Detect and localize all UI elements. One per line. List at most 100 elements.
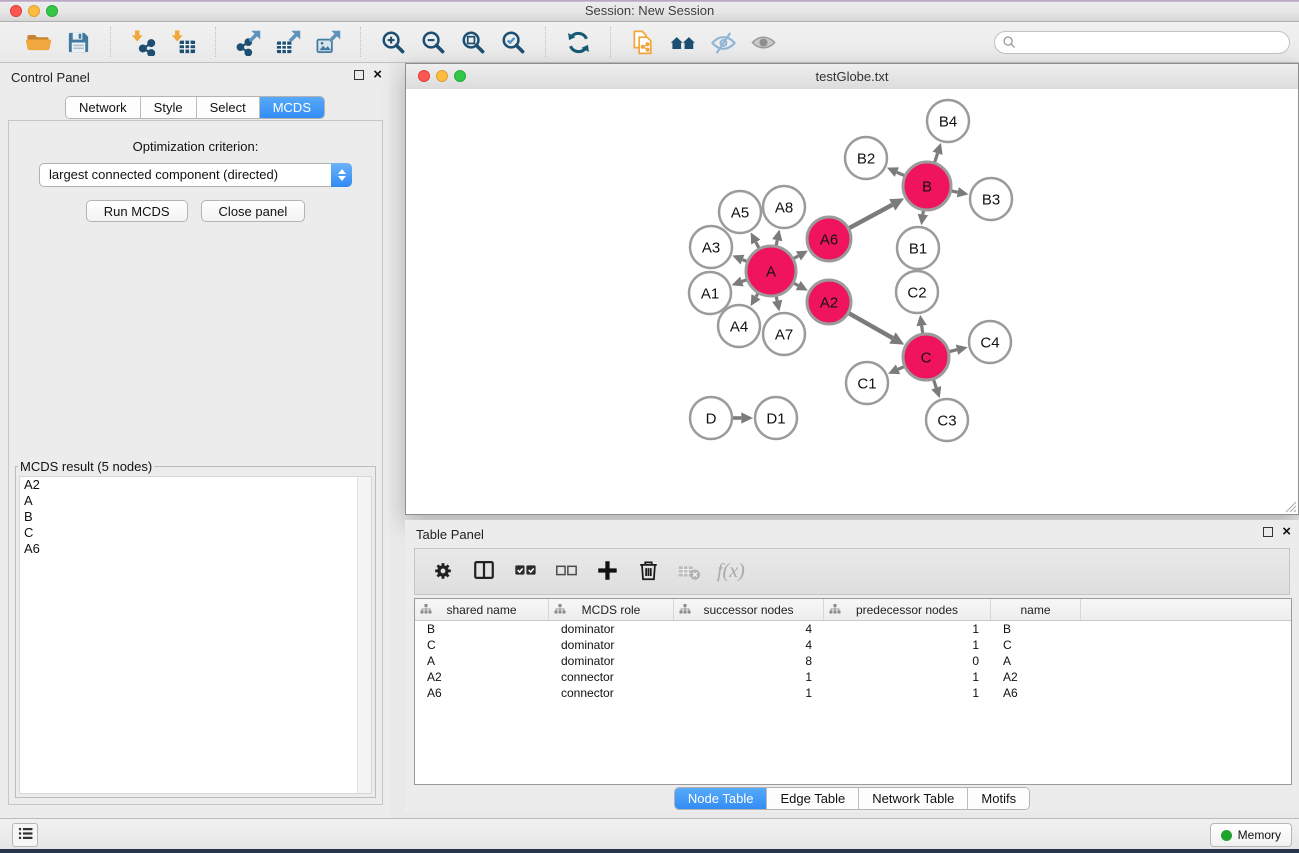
mcds-result-item[interactable]: A2	[20, 477, 371, 493]
node-B1[interactable]: B1	[897, 227, 939, 269]
edge-A-A7[interactable]	[772, 296, 782, 311]
node-A7[interactable]: A7	[763, 313, 805, 355]
node-C3[interactable]: C3	[926, 399, 968, 441]
copy-network-button[interactable]	[623, 26, 663, 58]
node-A[interactable]: A	[746, 246, 796, 296]
task-history-button[interactable]	[12, 823, 38, 847]
node-D1[interactable]: D1	[755, 397, 797, 439]
import-network-button[interactable]	[123, 26, 163, 58]
table-row[interactable]: Cdominator41C	[415, 637, 1291, 653]
table-tab-edge-table[interactable]: Edge Table	[767, 788, 859, 809]
columns-layout-button[interactable]	[471, 559, 497, 585]
close-table-panel-icon[interactable]	[1282, 527, 1291, 537]
column-header-shared-name[interactable]: shared name	[415, 599, 549, 620]
mcds-result-item[interactable]: C	[20, 525, 371, 541]
optimization-criterion-dropdown[interactable]: largest connected component (directed)	[39, 163, 352, 187]
edge-D-D1[interactable]	[733, 412, 753, 423]
edge-A-A1[interactable]	[732, 277, 747, 287]
node-D[interactable]: D	[690, 397, 732, 439]
edge-A-A4[interactable]	[751, 293, 761, 306]
mcds-result-item[interactable]: A	[20, 493, 371, 509]
edge-C-C3[interactable]	[931, 380, 941, 398]
search-input[interactable]	[994, 31, 1290, 54]
mcds-result-list[interactable]: A2ABCA6	[19, 476, 372, 794]
node-A8[interactable]: A8	[763, 186, 805, 228]
table-tab-network-table[interactable]: Network Table	[859, 788, 968, 809]
import-table-button[interactable]	[163, 26, 203, 58]
edge-B-B2[interactable]	[887, 167, 904, 177]
node-C1[interactable]: C1	[846, 362, 888, 404]
export-network-button[interactable]	[228, 26, 268, 58]
float-panel-icon[interactable]	[354, 70, 364, 80]
delete-column-button[interactable]	[635, 559, 661, 585]
node-C[interactable]: C	[903, 334, 949, 380]
zoom-in-button[interactable]	[373, 26, 413, 58]
zoom-selected-button[interactable]	[493, 26, 533, 58]
column-header-MCDS-role[interactable]: MCDS role	[549, 599, 674, 620]
float-table-panel-icon[interactable]	[1263, 527, 1273, 537]
edge-B-B4[interactable]	[933, 143, 943, 162]
table-row[interactable]: Bdominator41B	[415, 621, 1291, 637]
save-session-button[interactable]	[58, 26, 98, 58]
close-panel-icon[interactable]	[373, 70, 382, 80]
edge-A-A3[interactable]	[732, 255, 747, 265]
select-all-columns-button[interactable]	[512, 559, 538, 585]
node-A1[interactable]: A1	[689, 272, 731, 314]
node-A4[interactable]: A4	[718, 305, 760, 347]
node-A2[interactable]: A2	[807, 280, 851, 324]
edge-C-C2[interactable]	[916, 315, 926, 333]
mcds-result-item[interactable]: A6	[20, 541, 371, 557]
node-C4[interactable]: C4	[969, 321, 1011, 363]
table-row[interactable]: A6connector11A6	[415, 685, 1291, 701]
node-B2[interactable]: B2	[845, 137, 887, 179]
network-canvas[interactable]: B4 B2 B B3 A8A5 A6 B1 A3 A C2 A1 A2 A4A7 C4 C C1 C3 D D1	[406, 89, 1298, 514]
edge-A-A2[interactable]	[794, 281, 808, 291]
edge-A-A6[interactable]	[794, 251, 808, 261]
edge-C-C4[interactable]	[949, 345, 967, 355]
column-header-predecessor-nodes[interactable]: predecessor nodes	[824, 599, 991, 620]
run-mcds-button[interactable]: Run MCDS	[86, 200, 188, 222]
home-view-button[interactable]	[663, 26, 703, 58]
tab-network[interactable]: Network	[66, 97, 141, 118]
open-file-button[interactable]	[18, 26, 58, 58]
edge-C-C1[interactable]	[888, 365, 904, 375]
zoom-fit-button[interactable]	[453, 26, 493, 58]
node-B3[interactable]: B3	[970, 178, 1012, 220]
zoom-out-button[interactable]	[413, 26, 453, 58]
node-C2[interactable]: C2	[896, 271, 938, 313]
network-window-titlebar[interactable]: testGlobe.txt	[406, 64, 1298, 90]
node-B4[interactable]: B4	[927, 100, 969, 142]
node-A5[interactable]: A5	[719, 191, 761, 233]
table-row[interactable]: A2connector11A2	[415, 669, 1291, 685]
close-panel-button[interactable]: Close panel	[201, 200, 306, 222]
edge-A2-C[interactable]	[849, 313, 904, 344]
table-row[interactable]: Adominator80A	[415, 653, 1291, 669]
add-column-button[interactable]	[594, 559, 620, 585]
node-A6[interactable]: A6	[807, 217, 851, 261]
unselect-all-columns-button[interactable]	[553, 559, 579, 585]
edge-A-A8[interactable]	[772, 230, 782, 246]
column-header-name[interactable]: name	[991, 599, 1081, 620]
tab-style[interactable]: Style	[141, 97, 197, 118]
window-resize-grip[interactable]	[1283, 499, 1297, 513]
settings-gear-button[interactable]	[430, 559, 456, 585]
refresh-view-button[interactable]	[558, 26, 598, 58]
tab-mcds[interactable]: MCDS	[260, 97, 324, 118]
column-header-successor-nodes[interactable]: successor nodes	[674, 599, 824, 620]
edge-A-A5[interactable]	[751, 232, 761, 248]
scrollbar[interactable]	[357, 477, 371, 793]
mcds-result-item[interactable]: B	[20, 509, 371, 525]
table-tab-node-table[interactable]: Node Table	[675, 788, 768, 809]
tab-select[interactable]: Select	[197, 97, 260, 118]
node-A3[interactable]: A3	[690, 226, 732, 268]
edge-B-B3[interactable]	[951, 187, 968, 197]
hide-selected-button[interactable]	[703, 26, 743, 58]
edge-B-B1[interactable]	[918, 211, 928, 225]
table-tab-motifs[interactable]: Motifs	[968, 788, 1029, 809]
node-B[interactable]: B	[903, 162, 951, 210]
edge-A6-B[interactable]	[849, 198, 904, 228]
export-image-button[interactable]	[308, 26, 348, 58]
export-table-button[interactable]	[268, 26, 308, 58]
show-all-button[interactable]	[743, 26, 783, 58]
memory-button[interactable]: Memory	[1210, 823, 1292, 847]
